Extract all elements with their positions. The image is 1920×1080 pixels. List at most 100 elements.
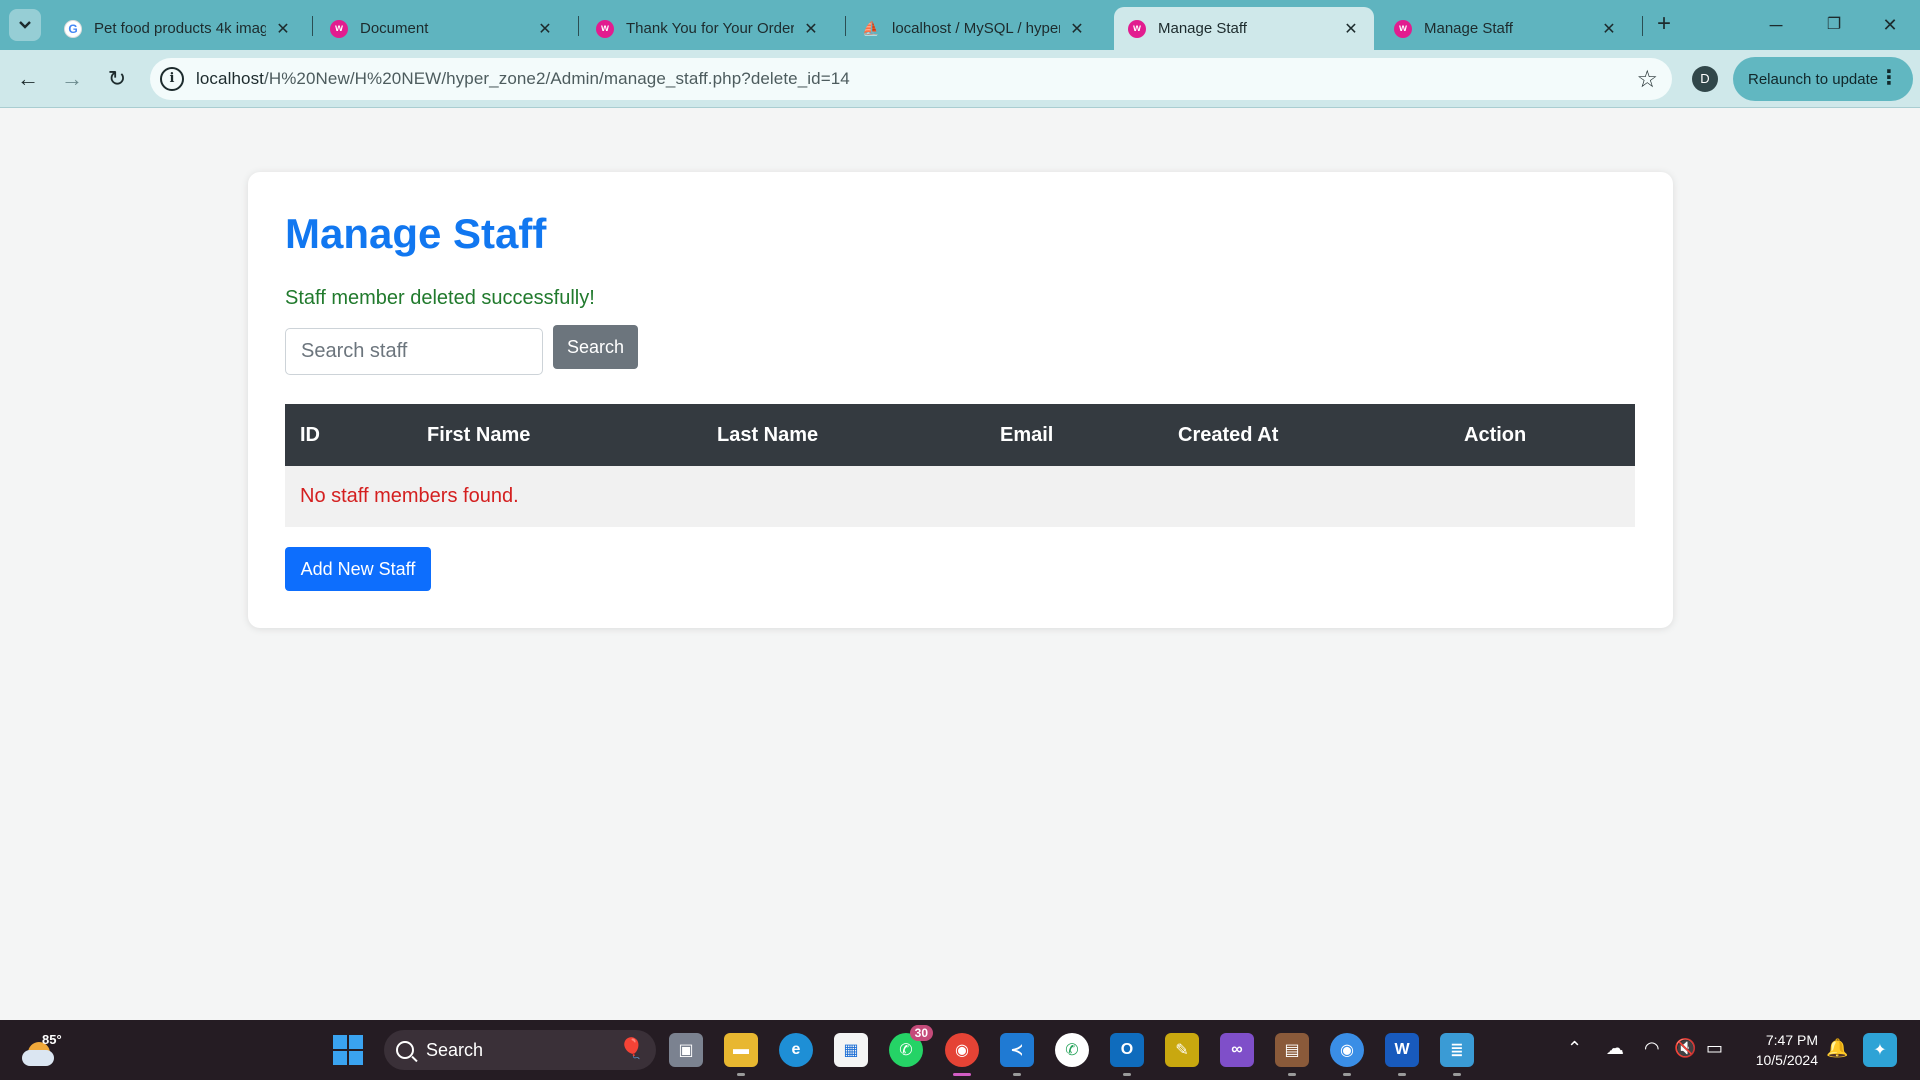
close-icon[interactable]: ✕ bbox=[802, 19, 820, 39]
tab-search-button[interactable] bbox=[9, 9, 41, 41]
page-viewport: Manage Staff Staff member deleted succes… bbox=[0, 109, 1920, 1020]
relaunch-label: Relaunch to update bbox=[1748, 70, 1879, 88]
file-explorer-icon[interactable]: ▬ bbox=[724, 1033, 758, 1067]
success-message: Staff member deleted successfully! bbox=[285, 287, 595, 309]
tab-document[interactable]: w Document ✕ bbox=[316, 7, 568, 50]
google-icon: G bbox=[64, 19, 82, 38]
tab-separator bbox=[845, 16, 846, 36]
tab-manage-staff[interactable]: w Manage Staff ✕ bbox=[1380, 7, 1632, 50]
bookmark-star-icon[interactable]: ☆ bbox=[1636, 65, 1658, 94]
whatsapp-icon[interactable]: ✆ 30 bbox=[889, 1025, 933, 1067]
vscode-icon[interactable]: ≺ bbox=[1000, 1033, 1034, 1067]
close-icon[interactable]: ✕ bbox=[1600, 19, 1618, 39]
chrome-icon[interactable]: ◉ bbox=[945, 1033, 979, 1067]
minimize-icon[interactable]: ─ bbox=[1756, 10, 1796, 40]
site-info-icon[interactable]: i bbox=[160, 67, 184, 91]
running-indicator bbox=[1398, 1073, 1406, 1076]
back-arrow-icon[interactable]: ← bbox=[12, 63, 44, 95]
notification-badge: 30 bbox=[909, 1025, 933, 1041]
tab-title: Pet food products 4k imag bbox=[94, 20, 266, 37]
tab-thank-you[interactable]: w Thank You for Your Order ✕ bbox=[582, 7, 834, 50]
profile-avatar[interactable]: D bbox=[1692, 66, 1718, 92]
url-text[interactable]: localhost/H%20New/H%20NEW/hyper_zone2/Ad… bbox=[196, 69, 850, 89]
url-host: localhost bbox=[196, 69, 264, 88]
wamp-icon: w bbox=[330, 19, 348, 38]
windows-start-icon[interactable] bbox=[333, 1035, 363, 1065]
close-icon[interactable]: ✕ bbox=[1342, 19, 1360, 39]
wamp-icon: w bbox=[1128, 19, 1146, 38]
column-header-last-name: Last Name bbox=[702, 404, 985, 466]
visual-studio-icon[interactable]: ∞ bbox=[1220, 1033, 1254, 1067]
onedrive-icon[interactable]: ☁ bbox=[1606, 1038, 1624, 1059]
weather-widget[interactable]: 85° bbox=[22, 1032, 62, 1068]
word-icon[interactable]: W bbox=[1385, 1033, 1419, 1067]
chevron-down-icon bbox=[19, 21, 31, 29]
image-app-icon[interactable]: ▤ bbox=[1275, 1033, 1309, 1067]
forward-arrow-icon[interactable]: → bbox=[56, 63, 88, 95]
chevron-up-icon[interactable]: ⌃ bbox=[1567, 1038, 1582, 1059]
clock-time: 7:47 PM bbox=[1765, 1032, 1818, 1048]
restore-icon[interactable]: ❐ bbox=[1814, 10, 1854, 40]
notification-bell-icon[interactable]: 🔔 bbox=[1826, 1038, 1848, 1059]
page-title: Manage Staff bbox=[285, 210, 547, 257]
table-row: No staff members found. bbox=[285, 466, 1635, 527]
tab-title: localhost / MySQL / hyper_ bbox=[892, 20, 1060, 37]
tab-manage-staff-active[interactable]: w Manage Staff ✕ bbox=[1114, 7, 1374, 50]
reload-icon[interactable]: ↻ bbox=[101, 63, 133, 95]
tab-separator bbox=[1642, 16, 1643, 36]
running-indicator bbox=[1453, 1073, 1461, 1076]
store-icon[interactable]: ▦ bbox=[834, 1033, 868, 1067]
tab-title: Manage Staff bbox=[1424, 20, 1513, 37]
search-staff-input[interactable] bbox=[285, 328, 543, 375]
column-header-email: Email bbox=[985, 404, 1163, 466]
volume-muted-icon[interactable]: 🔇 bbox=[1674, 1038, 1696, 1059]
table-header-row: ID First Name Last Name Email Created At… bbox=[285, 404, 1635, 466]
weather-temp: 85° bbox=[42, 1032, 62, 1047]
task-view-icon[interactable]: ▣ bbox=[669, 1033, 703, 1067]
running-indicator bbox=[1343, 1073, 1351, 1076]
column-header-first-name: First Name bbox=[412, 404, 702, 466]
empty-table-message: No staff members found. bbox=[285, 466, 1635, 527]
close-icon[interactable]: ✕ bbox=[274, 19, 292, 39]
active-indicator bbox=[953, 1073, 971, 1076]
copilot-icon[interactable]: ✦ bbox=[1863, 1033, 1897, 1067]
search-button[interactable]: Search bbox=[553, 325, 638, 369]
running-indicator bbox=[1013, 1073, 1021, 1076]
cloud-icon bbox=[22, 1050, 54, 1066]
running-indicator bbox=[1123, 1073, 1131, 1076]
close-icon[interactable]: ✕ bbox=[536, 19, 554, 39]
notepad-icon[interactable]: ≣ bbox=[1440, 1033, 1474, 1067]
tab-separator bbox=[578, 16, 579, 36]
tab-strip: G Pet food products 4k imag ✕ w Document… bbox=[0, 0, 1920, 50]
new-tab-plus-icon[interactable]: + bbox=[1651, 12, 1677, 38]
tab-pet-food[interactable]: G Pet food products 4k imag ✕ bbox=[50, 7, 306, 50]
phpmyadmin-icon: ⛵ bbox=[862, 20, 880, 36]
taskbar-search[interactable]: Search 🎈 bbox=[384, 1030, 656, 1070]
windows-taskbar: 85° Search 🎈 ▣ ▬ e ▦ ✆ 30 ◉ ≺ ✆ O ✎ ∞ ▤ ◉… bbox=[0, 1020, 1920, 1080]
window-close-icon[interactable]: ✕ bbox=[1870, 10, 1910, 40]
whatsapp-alt-icon[interactable]: ✆ bbox=[1055, 1033, 1089, 1067]
staff-table: ID First Name Last Name Email Created At… bbox=[285, 404, 1635, 527]
more-vert-icon: ⋮ bbox=[1879, 67, 1899, 89]
battery-icon[interactable]: ▭ bbox=[1706, 1038, 1723, 1059]
wamp-icon: w bbox=[596, 19, 614, 38]
add-new-staff-button[interactable]: Add New Staff bbox=[285, 547, 431, 591]
system-clock[interactable]: 7:47 PM 10/5/2024 bbox=[1745, 1030, 1818, 1070]
running-indicator bbox=[737, 1073, 745, 1076]
tab-title: Manage Staff bbox=[1158, 20, 1247, 37]
outlook-icon[interactable]: O bbox=[1110, 1033, 1144, 1067]
sticky-app-icon[interactable]: ✎ bbox=[1165, 1033, 1199, 1067]
column-header-action: Action bbox=[1449, 404, 1635, 466]
wamp-icon: w bbox=[1394, 19, 1412, 38]
chrome-profile-icon[interactable]: ◉ bbox=[1330, 1033, 1364, 1067]
edge-icon[interactable]: e bbox=[779, 1033, 813, 1067]
tab-phpmyadmin[interactable]: ⛵ localhost / MySQL / hyper_ ✕ bbox=[848, 7, 1100, 50]
browser-toolbar: ← → ↻ i localhost/H%20New/H%20NEW/hyper_… bbox=[0, 50, 1920, 108]
relaunch-button[interactable]: Relaunch to update ⋮ bbox=[1733, 57, 1913, 101]
search-highlight-icon: 🎈 bbox=[619, 1038, 644, 1060]
close-icon[interactable]: ✕ bbox=[1068, 19, 1086, 39]
address-bar[interactable]: i localhost/H%20New/H%20NEW/hyper_zone2/… bbox=[150, 58, 1672, 100]
url-path: /H%20New/H%20NEW/hyper_zone2/Admin/manag… bbox=[264, 69, 850, 88]
running-indicator bbox=[1288, 1073, 1296, 1076]
wifi-icon[interactable]: ◠ bbox=[1644, 1038, 1660, 1059]
